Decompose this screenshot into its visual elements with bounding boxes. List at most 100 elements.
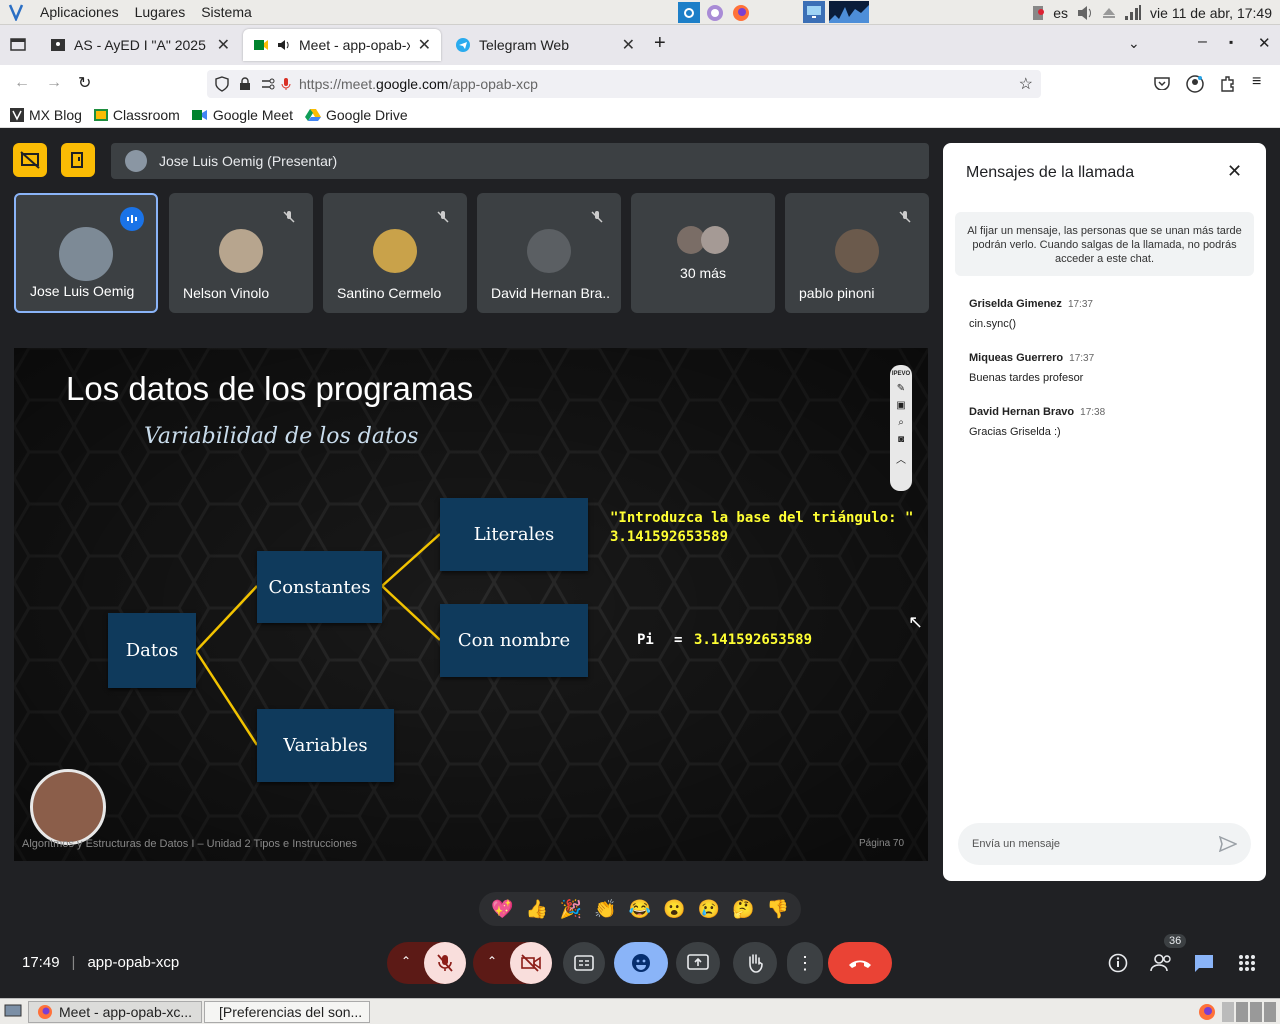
microphone-active-icon[interactable] [281,77,291,91]
image-tool-icon[interactable]: ▣ [896,400,905,411]
tab-meet[interactable]: Meet - app-opab-xcp ✕ [243,29,441,61]
show-desktop-icon[interactable] [4,1003,22,1019]
reload-icon[interactable]: ↻ [78,73,91,93]
usb-icon[interactable] [1031,4,1045,22]
reaction-sad[interactable]: 😢 [698,899,720,920]
monitor-screen-icon[interactable] [803,1,825,23]
mx-logo-icon[interactable] [8,3,24,21]
tab-audio-icon[interactable] [277,39,291,51]
eject-icon[interactable] [1102,7,1116,19]
firefox-tray-icon[interactable] [1198,1003,1216,1021]
others-tile[interactable]: 30 más [631,193,775,313]
people-icon[interactable] [1150,953,1174,973]
reaction-laugh[interactable]: 😂 [629,899,651,920]
participant-tile[interactable]: Jose Luis Oemig [14,193,158,313]
camera-tool-icon[interactable]: ◙ [898,434,904,445]
bookmark-star-icon[interactable]: ☆ [1019,74,1033,94]
tab-ayed[interactable]: AS - AyED I "A" 2025 AS - ✕ [40,29,240,61]
workspace-switcher[interactable] [1222,1002,1276,1022]
reaction-surprised[interactable]: 😮 [663,899,685,920]
chat-icon[interactable] [1193,953,1215,973]
shield-icon[interactable] [215,76,229,92]
send-icon[interactable] [1219,836,1237,852]
hide-presentation-button[interactable] [13,143,47,177]
chat-input[interactable]: Envía un mensaje [958,823,1251,865]
avatar [527,229,571,273]
permissions-icon[interactable] [261,78,275,90]
participant-tile[interactable]: Santino Cermelo [323,193,467,313]
mic-options-chevron-icon[interactable]: ⌃ [401,954,411,968]
tab-telegram[interactable]: Telegram Web ✕ [445,29,645,61]
reaction-thumbs-down[interactable]: 👎 [767,899,789,920]
lock-icon[interactable] [239,77,251,91]
activities-grid-icon[interactable] [1238,954,1256,972]
layout-button[interactable] [61,143,95,177]
bookmark-google-drive[interactable]: Google Drive [305,107,408,123]
network-signal-icon[interactable] [1124,4,1142,21]
pocket-icon[interactable] [1154,76,1170,90]
workspace-1[interactable] [1222,1002,1234,1022]
participant-tile[interactable]: pablo pinoni [785,193,929,313]
close-tab-icon[interactable]: ✕ [217,35,230,55]
reaction-party[interactable]: 🎉 [560,899,582,920]
emoji-reactions-button[interactable] [614,942,668,984]
bookmark-classroom[interactable]: Classroom [93,107,180,123]
back-arrow-icon[interactable]: ← [14,74,30,92]
more-options-button[interactable]: ⋮ [787,942,823,984]
forward-arrow-icon[interactable]: → [46,74,62,92]
volume-icon[interactable] [1076,5,1094,21]
tab-list-chevron-icon[interactable]: ⌄ [1128,35,1140,52]
app-menu-icon[interactable]: ≡ [1252,73,1261,91]
maximize-window-icon[interactable]: ▪ [1229,35,1233,49]
workspace-2[interactable] [1236,1002,1248,1022]
raise-hand-button[interactable] [733,942,777,984]
account-icon[interactable] [1186,75,1204,93]
close-chat-icon[interactable]: ✕ [1227,161,1242,182]
participant-tile[interactable]: David Hernan Bra... [477,193,621,313]
camera-options-chevron-icon[interactable]: ⌃ [487,954,497,968]
clock-datetime[interactable]: vie 11 de abr, 17:49 [1150,5,1272,21]
message-author: Miqueas Guerrero [969,352,1064,364]
workspace-3[interactable] [1250,1002,1262,1022]
extensions-icon[interactable] [1219,75,1235,93]
camera-toggle-button[interactable] [510,942,552,984]
url-text: https://meet.google.com/app-opab-xcp [299,76,538,92]
mic-toggle-button[interactable] [424,942,466,984]
taskbar-item-meet[interactable]: Meet - app-opab-xc... [28,1001,202,1023]
new-tab-button[interactable]: + [654,32,666,55]
reaction-clap[interactable]: 👏 [594,899,616,920]
url-bar[interactable]: https://meet.google.com/app-opab-xcp ☆ [207,70,1041,98]
bookmark-mx-blog[interactable]: MX Blog [10,107,82,123]
close-tab-icon[interactable]: ✕ [418,35,431,55]
zoom-tool-icon[interactable]: ⌕ [898,417,904,428]
presentation-slide[interactable]: Los datos de los programas Variabilidad … [14,348,928,861]
keyboard-language[interactable]: es [1053,5,1068,21]
hide-presentation-icon [20,151,40,169]
present-screen-button[interactable] [676,942,720,984]
settings-launcher-icon[interactable] [678,2,700,23]
meeting-info-icon[interactable] [1108,953,1128,973]
close-tab-icon[interactable]: ✕ [622,35,635,55]
minimize-window-icon[interactable]: – [1198,33,1207,51]
mic-off-icon [585,205,609,229]
reaction-thinking[interactable]: 🤔 [732,899,754,920]
leave-call-button[interactable] [828,942,892,984]
collapse-chevron-icon[interactable]: ︿ [896,451,906,466]
taskbar-item-sound-prefs[interactable]: [Preferencias del son... [204,1001,370,1023]
tab-overview-icon[interactable] [10,37,26,51]
swirl-launcher-icon[interactable] [704,2,726,23]
menu-aplicaciones[interactable]: Aplicaciones [40,4,119,20]
participant-tile[interactable]: Nelson Vinolo [169,193,313,313]
workspace-4[interactable] [1264,1002,1276,1022]
slide-page-number: Página 70 [859,838,905,849]
captions-button[interactable] [563,942,605,984]
menu-lugares[interactable]: Lugares [135,4,186,20]
menu-sistema[interactable]: Sistema [201,4,252,20]
firefox-launcher-icon[interactable] [730,2,752,23]
system-monitor [803,1,869,23]
reaction-heart[interactable]: 💖 [491,899,513,920]
pen-tool-icon[interactable]: ✎ [897,383,905,394]
reaction-thumbs-up[interactable]: 👍 [525,899,547,920]
close-window-icon[interactable]: ✕ [1258,34,1271,52]
bookmark-google-meet[interactable]: Google Meet [191,107,293,123]
